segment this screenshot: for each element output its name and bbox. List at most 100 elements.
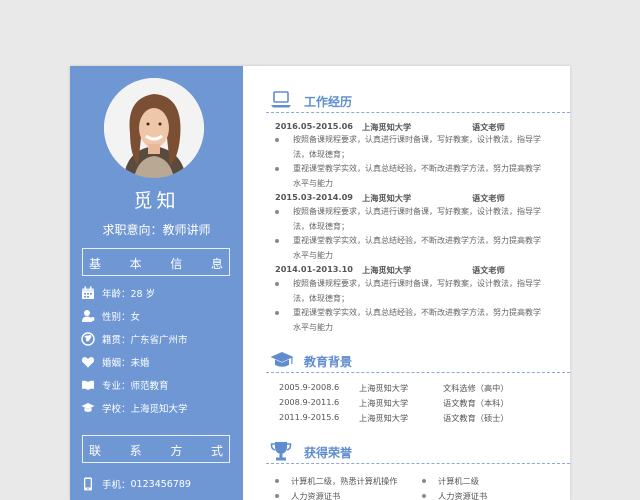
avatar [104,78,204,178]
basic-info-char: 本 [129,257,142,271]
info-school: 学校： 上海觅知大学 [80,399,188,417]
bullet-dot [275,282,279,286]
info-label: 专业： [102,381,131,392]
sidebar: 觅知 求职意向：教师讲师 基 本 信 息 年龄： 28 岁 性别： 女 籍贯： … [70,66,243,500]
job-bullet-text: 按照备课规程要求，认真进行课时备课，写好教案，设计教法，指导学法，体现德育； [293,279,541,303]
job-date: 2016.05-2015.06 [275,121,353,131]
person-icon [80,308,96,324]
section-divider [266,112,570,113]
info-value: 28 岁 [130,289,156,300]
edu-school: 上海觅知大学 [359,413,409,423]
globe-icon [80,331,96,347]
education-row: 2011.9-2015.6 上海觅知大学 语文教育（硕士） [279,412,559,425]
honor-text: 计算机二级，熟悉计算机操作 [291,476,398,486]
job-role: 语文老师 [472,122,505,132]
info-value: 上海觅知大学 [130,404,188,415]
bullet-dot [422,494,426,498]
work-section-title: 工作经历 [304,95,353,109]
info-label: 婚姻： [102,358,131,369]
education-row: 2008.9-2011.6 上海觅知大学 语文教育（本科） [279,397,559,410]
job-date: 2015.03-2014.09 [275,192,353,202]
job-role: 语文老师 [472,265,505,275]
basic-info-header: 基 本 信 息 [82,248,230,276]
info-value: 0123456789 [130,478,191,490]
info-value: 女 [130,312,141,323]
edu-date: 2008.9-2011.6 [279,397,340,407]
honor-text: 人力资源证书 [291,491,341,500]
section-divider [266,372,570,373]
main-content: 工作经历 2016.05-2015.06 上海觅知大学 语文老师 按照备课规程要… [243,66,570,500]
info-label: 性别： [102,312,131,323]
edu-date: 2011.9-2015.6 [279,412,340,422]
contact-char: 联 [89,444,102,458]
education-row: 2005.9-2008.6 上海觅知大学 文科选修（高中） [279,382,559,395]
basic-info-char: 基 [89,257,102,271]
info-value: 师范教育 [130,381,169,392]
calendar-icon [80,285,96,301]
edu-major: 语文教育（本科） [443,398,509,408]
info-gender: 性别： 女 [80,307,140,325]
basic-info-char: 信 [170,257,183,271]
bullet-dot [275,167,279,171]
edu-school: 上海觅知大学 [359,398,409,408]
candidate-name: 觅知 [133,190,180,212]
job-company: 上海觅知大学 [362,193,412,203]
job-entry-header: 2016.05-2015.06 上海觅知大学 语文老师 [275,121,565,133]
book-icon [80,377,96,393]
contact-char: 系 [129,444,142,458]
contact-char: 方 [170,444,183,458]
resume-page: 觅知 求职意向：教师讲师 基 本 信 息 年龄： 28 岁 性别： 女 籍贯： … [70,66,570,500]
bullet-dot [275,479,279,483]
bullet-dot [275,138,279,142]
edu-school: 上海觅知大学 [359,383,409,393]
info-label: 籍贯： [102,335,131,346]
honor-text: 人力资源证书 [438,491,488,500]
bullet-dot [275,239,279,243]
phone-icon [80,476,96,492]
bullet-dot [275,210,279,214]
education-section-title: 教育背景 [304,355,353,369]
job-company: 上海觅知大学 [362,265,412,275]
graduation-cap-icon [80,400,96,416]
edu-major: 文科选修（高中） [443,383,509,393]
trophy-icon [270,441,292,461]
job-entry-header: 2014.01-2013.10 上海觅知大学 语文老师 [275,264,565,276]
info-age: 年龄： 28 岁 [80,284,155,302]
info-major: 专业： 师范教育 [80,376,169,394]
graduation-cap-icon [270,350,294,370]
bullet-dot [275,311,279,315]
info-value: 未婚 [130,358,150,369]
work-section-header: 工作经历 [266,90,570,113]
job-company: 上海觅知大学 [362,122,412,132]
honors-section-title: 获得荣誉 [304,446,353,460]
honor-text: 计算机二级 [438,476,479,486]
job-role: 语文老师 [472,193,505,203]
info-label: 年龄： [102,289,131,300]
honors-section-header: 获得荣誉 [266,441,570,464]
job-bullet-text: 重视课堂教学实效，认真总结经验，不断改进教学方法，努力提高教学水平与能力 [293,164,541,188]
job-bullet-text: 重视课堂教学实效，认真总结经验，不断改进教学方法，努力提高教学水平与能力 [293,308,541,332]
section-divider [266,463,570,464]
heart-icon [80,354,96,370]
contact-char: 式 [210,444,223,458]
info-phone: 手机： 0123456789 [80,475,191,493]
bullet-dot [275,494,279,498]
info-hometown: 籍贯： 广东省广州市 [80,330,188,348]
job-bullet-text: 重视课堂教学实效，认真总结经验，不断改进教学方法，努力提高教学水平与能力 [293,236,541,260]
job-entry-header: 2015.03-2014.09 上海觅知大学 语文老师 [275,192,565,204]
education-section-header: 教育背景 [266,350,570,373]
info-marital: 婚姻： 未婚 [80,353,150,371]
job-bullet-text: 按照备课规程要求，认真进行课时备课，写好教案，设计教法，指导学法，体现德育； [293,207,541,231]
contact-header: 联 系 方 式 [82,435,230,463]
edu-date: 2005.9-2008.6 [279,382,340,392]
edu-major: 语文教育（硕士） [443,413,509,423]
job-date: 2014.01-2013.10 [275,264,353,274]
job-intent: 求职意向：教师讲师 [102,223,211,237]
info-value: 广东省广州市 [130,335,188,346]
job-bullet-text: 按照备课规程要求，认真进行课时备课，写好教案，设计教法，指导学法，体现德育； [293,135,541,159]
basic-info-char: 息 [210,257,223,271]
bullet-dot [422,479,426,483]
info-label: 手机： [102,480,131,491]
info-label: 学校： [102,404,131,415]
laptop-icon [270,90,292,110]
